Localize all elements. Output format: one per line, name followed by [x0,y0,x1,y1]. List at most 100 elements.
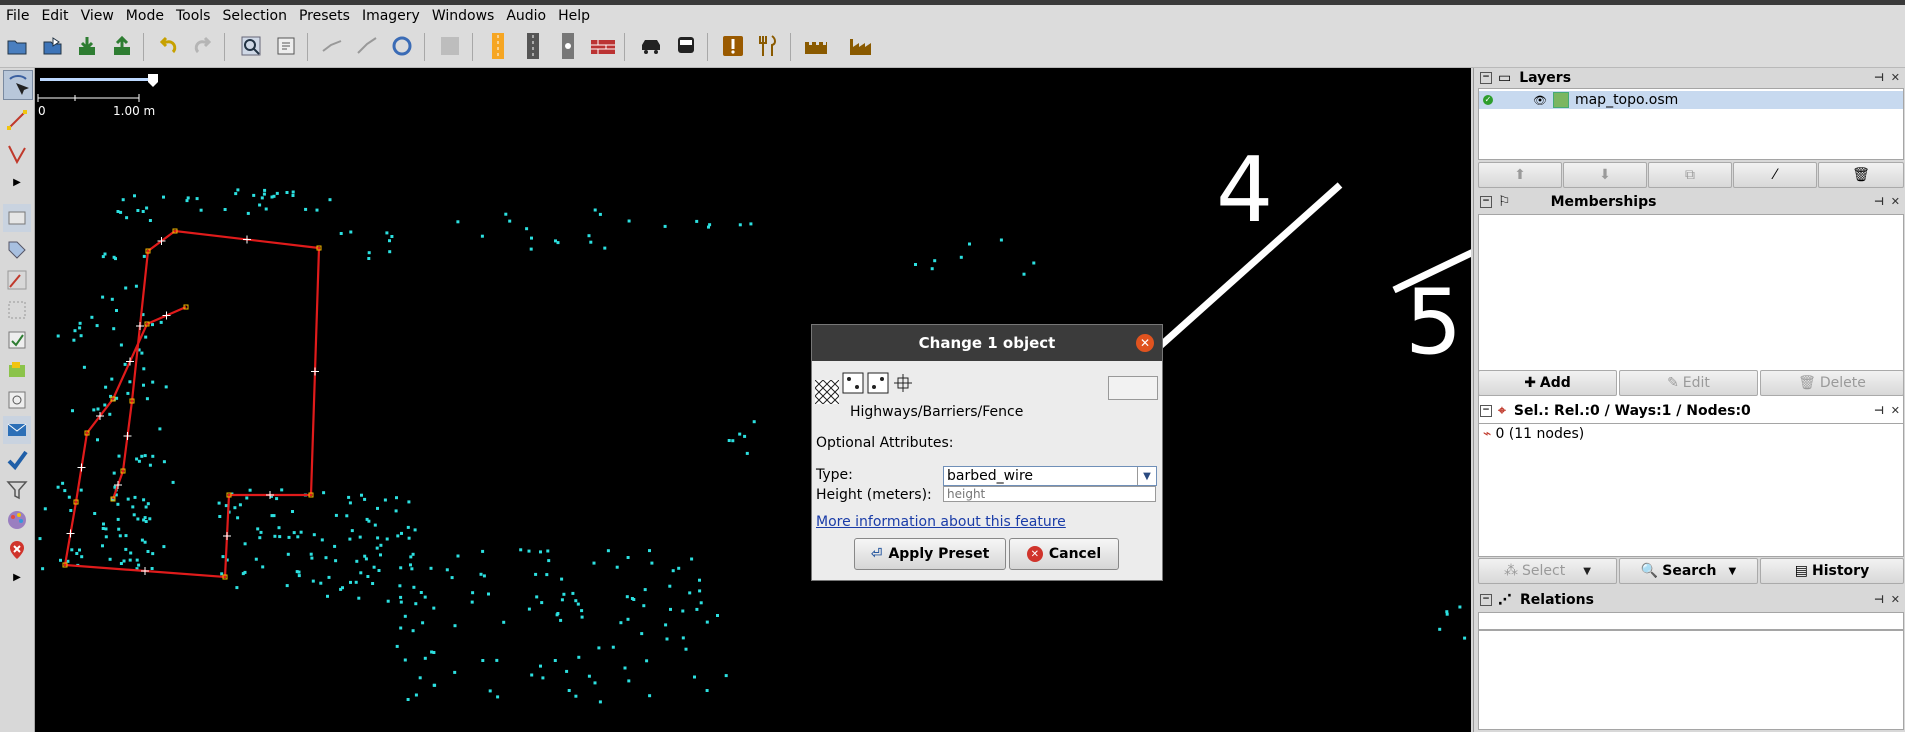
add-tag-button[interactable]: ✚ Add [1478,370,1617,396]
user-list-icon[interactable] [3,296,31,324]
upload-icon[interactable] [107,31,137,61]
undo-icon[interactable] [153,31,183,61]
search-button[interactable]: 🔍 Search ▼ [1619,558,1758,584]
menu-view[interactable]: View [75,5,120,27]
close-panel-icon[interactable]: ✕ [1891,404,1900,417]
delete-layer-button[interactable]: 🗑 [1818,162,1904,188]
virtual-node[interactable] [66,529,75,538]
conflict-icon[interactable] [3,356,31,384]
validator-check-icon[interactable] [3,446,31,474]
split-way-icon[interactable] [317,31,347,61]
combine-way-icon[interactable] [352,31,382,61]
height-input[interactable] [943,486,1156,502]
area-preset-icon[interactable] [435,31,465,61]
toggle-layers-icon[interactable] [3,204,31,232]
castle-icon[interactable] [801,31,831,61]
menu-imagery[interactable]: Imagery [356,5,426,27]
relations-filter-input[interactable] [1478,612,1904,630]
expand-arrow-icon[interactable]: ▶ [3,568,31,586]
select-mode-icon[interactable] [3,70,33,100]
virtual-node[interactable] [126,357,134,366]
map-paint-style-icon[interactable] [3,506,31,534]
zoom-slider[interactable] [40,74,158,87]
preferences-icon[interactable] [271,31,301,61]
menu-selection[interactable]: Selection [216,5,293,27]
tags-icon[interactable] [3,236,31,264]
industrial-icon[interactable] [846,31,876,61]
merge-layer-button[interactable]: ⧉ [1648,162,1732,188]
open-file-icon[interactable] [2,31,32,61]
more-info-link[interactable]: More information about this feature [816,514,1066,530]
draw-mode-icon[interactable] [3,106,31,134]
apply-preset-button[interactable]: ⏎ Apply Preset [854,538,1006,570]
virtual-node[interactable] [77,463,86,472]
hazard-icon[interactable] [718,31,748,61]
cancel-button[interactable]: ✕ Cancel [1009,538,1119,570]
menu-windows[interactable]: Windows [426,5,501,27]
select-button[interactable]: ⁂ Select ▼ [1478,558,1617,584]
improve-way-icon[interactable] [3,140,31,168]
virtual-node[interactable] [123,432,132,440]
collapse-icon[interactable]: − [1480,405,1492,417]
delete-tag-button[interactable]: 🗑 Delete [1760,370,1904,396]
collapse-icon[interactable]: − [1480,72,1492,84]
move-down-button[interactable]: ⬇ [1563,162,1647,188]
dialog-side-button[interactable] [1108,376,1158,400]
car-icon[interactable] [636,31,666,61]
download-icon[interactable] [72,31,102,61]
track-icon[interactable] [553,31,583,61]
collapse-icon[interactable]: − [1480,196,1492,208]
collapse-icon[interactable]: − [1480,594,1492,606]
road-primary-icon[interactable] [483,31,513,61]
reverse-way-icon[interactable] [387,31,417,61]
menu-edit[interactable]: Edit [35,5,74,27]
selection-list-icon[interactable] [3,266,31,294]
redo-icon[interactable] [188,31,218,61]
type-value[interactable]: barbed_wire [947,468,1033,484]
menu-audio[interactable]: Audio [500,5,552,27]
survey-point [327,575,331,579]
close-icon[interactable]: ✕ [1136,334,1154,352]
virtual-node[interactable] [223,532,231,540]
wall-icon[interactable] [588,31,618,61]
virtual-node[interactable] [141,567,149,575]
menu-presets[interactable]: Presets [293,5,356,27]
move-up-button[interactable]: ⬆ [1478,162,1562,188]
validation-icon[interactable] [3,326,31,354]
virtual-node[interactable] [243,235,251,244]
virtual-node[interactable] [136,322,144,330]
detach-icon[interactable]: ⊣ [1874,195,1884,208]
filter-funnel-icon[interactable] [3,476,31,504]
layer-active-icon[interactable]: ✓ [1483,95,1493,105]
detach-icon[interactable]: ⊣ [1874,71,1884,84]
zoom-icon[interactable] [236,31,266,61]
road-icon[interactable] [518,31,548,61]
notes-icon[interactable] [3,536,31,564]
close-panel-icon[interactable]: ✕ [1891,71,1900,84]
menu-file[interactable]: File [0,5,35,27]
virtual-node[interactable] [162,311,171,320]
open-location-icon[interactable] [37,31,67,61]
expand-arrow-icon[interactable]: ▶ [3,173,31,191]
bus-icon[interactable] [671,31,701,61]
filter-icon[interactable] [3,386,31,414]
chevron-down-icon[interactable]: ▼ [1137,467,1156,485]
restaurant-icon[interactable] [753,31,783,61]
changeset-icon[interactable] [3,416,31,444]
detach-icon[interactable]: ⊣ [1874,593,1884,606]
menu-help[interactable]: Help [552,5,596,27]
close-panel-icon[interactable]: ✕ [1891,195,1900,208]
menu-tools[interactable]: Tools [170,5,217,27]
virtual-node[interactable] [311,367,319,376]
menu-mode[interactable]: Mode [120,5,170,27]
selection-item[interactable]: ⌁ 0 (11 nodes) [1483,426,1584,442]
history-button[interactable]: ▤ History [1760,558,1904,584]
close-panel-icon[interactable]: ✕ [1891,593,1900,606]
edit-tag-button[interactable]: ✎ Edit [1619,370,1758,396]
layer-visibility-button[interactable]: ⁄ [1733,162,1817,188]
map-view[interactable]: 0 1.00 m 4 5 [35,68,1471,732]
detach-icon[interactable]: ⊣ [1874,404,1884,417]
visibility-eye-icon[interactable]: 👁 [1533,94,1547,107]
type-combobox[interactable]: barbed_wire ▼ [943,466,1157,486]
layer-row[interactable]: ✓ 👁 map_topo.osm [1479,91,1903,109]
